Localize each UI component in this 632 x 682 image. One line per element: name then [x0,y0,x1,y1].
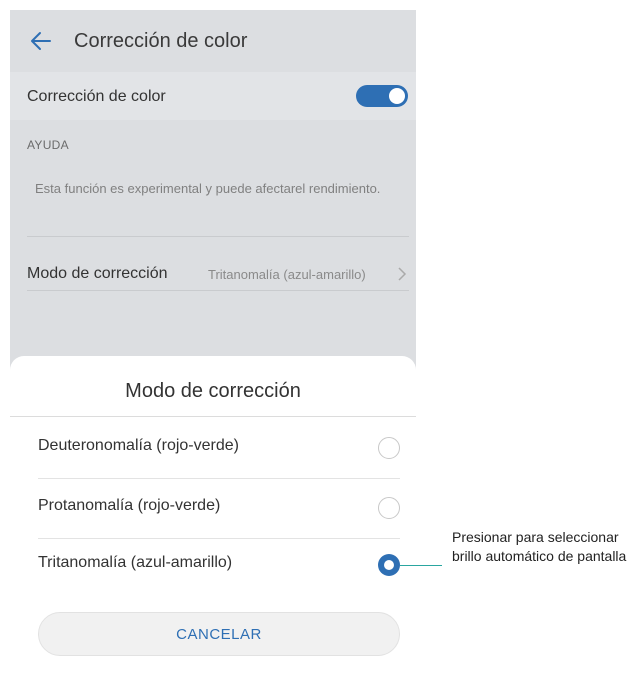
correction-mode-value: Tritanomalía (azul-amarillo) [208,267,366,282]
dialog-divider [10,416,416,417]
toggle-knob [389,88,405,104]
radio-button[interactable] [378,437,400,459]
color-correction-toggle[interactable] [356,85,408,107]
color-correction-row[interactable]: Corrección de color [10,72,416,120]
radio-button[interactable] [378,497,400,519]
option-label: Deuteronomalía (rojo-verde) [38,437,239,454]
dialog-title: Modo de corrección [125,380,301,402]
callout-line [400,565,442,566]
callout-annotation: Presionar para seleccionar brillo automá… [452,529,627,564]
divider [27,236,409,237]
option-label: Tritanomalía (azul-amarillo) [38,554,233,571]
radio-button-selected[interactable] [378,554,400,576]
divider [27,290,409,291]
option-tritanomaly[interactable]: Tritanomalía (azul-amarillo) [10,535,416,595]
option-label: Protanomalía (rojo-verde) [38,497,221,514]
cancel-label: CANCELAR [176,626,262,643]
color-correction-label: Corrección de color [27,88,166,105]
radio-dot [384,560,394,570]
chevron-right-icon [396,266,408,282]
phone-screen: Corrección de color Corrección de color … [10,10,416,664]
correction-mode-dialog: Modo de corrección Deuteronomalía (rojo-… [10,356,416,664]
page-title: Corrección de color [74,30,248,52]
help-section-title: AYUDA [27,138,69,152]
option-protanomaly[interactable]: Protanomalía (rojo-verde) [10,478,416,538]
help-description: Esta función es experimental y puede afe… [35,181,381,196]
back-arrow-icon[interactable] [28,28,54,54]
option-deuteranomaly[interactable]: Deuteronomalía (rojo-verde) [10,418,416,478]
correction-mode-label: Modo de corrección [27,265,168,282]
app-bar: Corrección de color [10,10,416,72]
correction-mode-row[interactable]: Modo de corrección Tritanomalía (azul-am… [10,248,416,300]
cancel-button[interactable]: CANCELAR [38,612,400,656]
